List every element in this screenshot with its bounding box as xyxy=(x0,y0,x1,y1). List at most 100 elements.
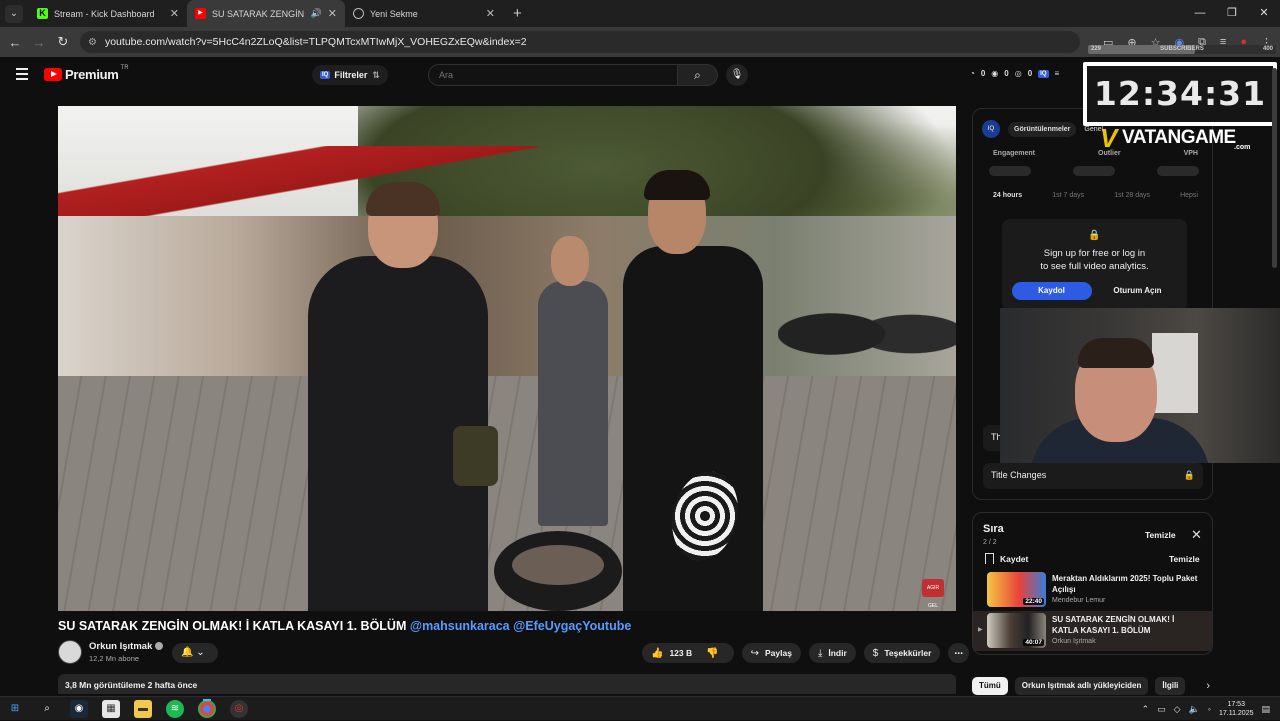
range-tab[interactable]: 1st 28 days xyxy=(1114,192,1150,199)
tab-title: SU SATARAK ZENGİN OLMA xyxy=(212,8,307,19)
new-tab-button[interactable]: + xyxy=(513,5,522,22)
thumbs-down-icon[interactable]: 👎 xyxy=(706,648,718,659)
forward-icon[interactable]: → xyxy=(27,35,51,50)
close-icon[interactable]: ✕ xyxy=(170,7,179,20)
tab-views[interactable]: Görüntülenmeler xyxy=(1008,121,1077,137)
save-label: Kaydet xyxy=(1000,553,1029,564)
youtube-icon: ▶ xyxy=(195,8,206,19)
subs-goal: 400 xyxy=(1262,46,1273,52)
notification-bell-button[interactable]: 🔔 ⌄ xyxy=(172,643,218,663)
description-box[interactable]: 3,8 Mn görüntüleme 2 hafta önce xyxy=(58,674,956,694)
chrome-icon[interactable] xyxy=(198,700,216,718)
site-info-icon[interactable]: ⚙ xyxy=(88,37,97,48)
video-title-text: SU SATARAK ZENGİN OLMAK! İ KATLA KASAYI … xyxy=(58,619,407,633)
chevron-right-icon[interactable]: › xyxy=(1206,680,1210,692)
lock-message: Sign up for free or log in to see full vi… xyxy=(1002,247,1187,273)
close-icon[interactable]: ✕ xyxy=(486,7,495,20)
vidiq-icon: IQ xyxy=(320,71,331,79)
stat-value: 0 xyxy=(1027,69,1033,78)
chevron-up-icon[interactable]: ⌃ xyxy=(1142,704,1150,715)
thanks-button[interactable]: $ Teşekkürler xyxy=(863,643,941,663)
signup-button[interactable]: Kaydol xyxy=(1011,282,1092,300)
range-tab[interactable]: Hepsi xyxy=(1180,192,1198,199)
minimize-icon[interactable]: — xyxy=(1184,0,1216,27)
tab-search-button[interactable]: ⌄ xyxy=(5,4,23,23)
subscriber-goal-bar: 229 SUBSCRIBERS 400 xyxy=(1088,45,1276,54)
more-actions-icon[interactable]: ⋯ xyxy=(948,643,969,663)
video-player[interactable]: AGIR GEL xyxy=(58,106,956,611)
taskbar-clock[interactable]: 17:53 17.11.2025 xyxy=(1219,700,1254,718)
channel-row: Orkun Işıtmak 12,2 Mn abone xyxy=(58,640,164,664)
file-explorer-icon[interactable]: ▬ xyxy=(134,700,152,718)
network-icon[interactable]: ◇ xyxy=(1174,704,1181,715)
channel-name[interactable]: Orkun Işıtmak xyxy=(89,641,152,652)
bell-icon: 🔔 xyxy=(181,647,194,658)
obs-icon[interactable]: ◎ xyxy=(230,700,248,718)
queue-item-title: SU SATARAK ZENGİN OLMAK! İ KATLA KASAYI … xyxy=(1052,615,1175,635)
close-icon[interactable]: ✕ xyxy=(1191,527,1202,543)
volume-icon[interactable]: 🔈 xyxy=(1189,704,1200,715)
restore-icon[interactable]: ❐ xyxy=(1216,0,1248,27)
subs-label: SUBSCRIBERS xyxy=(1160,46,1204,52)
queue-save-button[interactable]: Kaydet xyxy=(985,553,1028,564)
vatangame-logo: V VATANGAME .com xyxy=(1100,123,1260,155)
queue-clear-button[interactable]: Temizle xyxy=(1145,530,1176,540)
analytics-lock-card: 🔒 Sign up for free or log in to see full … xyxy=(1002,219,1187,311)
youtube-premium-logo[interactable]: Premium TR xyxy=(44,64,129,82)
queue-item-current[interactable]: ▶ 40:07 SU SATARAK ZENGİN OLMAK! İ KATLA… xyxy=(973,611,1212,651)
thanks-icon: $ xyxy=(872,647,879,659)
list-icon[interactable]: ≡ xyxy=(1055,69,1060,78)
clock-date: 17.11.2025 xyxy=(1218,710,1254,717)
chevron-down-icon: ⌄ xyxy=(196,647,205,658)
speaker-icon[interactable]: 🔊 xyxy=(311,8,322,19)
tab-new-tab[interactable]: Yeni Sekme ✕ xyxy=(345,0,503,27)
queue-clear2-button[interactable]: Temizle xyxy=(1169,554,1200,564)
channel-name-row[interactable]: Orkun Işıtmak xyxy=(89,641,164,652)
vidiq-icon[interactable]: IQ xyxy=(1038,69,1049,78)
search-icon[interactable]: ⌕ xyxy=(38,700,56,718)
steam-icon[interactable]: ◉ xyxy=(70,700,88,718)
menu-hamburger-icon[interactable] xyxy=(16,68,28,83)
channel-watermark[interactable]: AGIR GEL xyxy=(922,579,944,609)
tab-kick-dashboard[interactable]: K Stream - Kick Dashboard ✕ xyxy=(29,0,187,27)
title-changes-row[interactable]: Title Changes 🔒 xyxy=(983,463,1203,489)
share-button[interactable]: ↪ Paylaş xyxy=(741,643,801,663)
range-tab[interactable]: 1st 7 days xyxy=(1052,192,1084,199)
reload-icon[interactable]: ↻ xyxy=(51,34,75,50)
system-tray: ⌃ ▭ ◇ 🔈 ◦ 17:53 17.11.2025 ▤ xyxy=(1142,697,1270,721)
spotify-icon[interactable]: ≋ xyxy=(166,700,184,718)
back-icon[interactable]: ← xyxy=(3,35,27,50)
lock-icon: 🔒 xyxy=(1088,230,1101,241)
close-icon[interactable]: ✕ xyxy=(328,7,337,20)
tab-title: Stream - Kick Dashboard xyxy=(54,8,155,19)
search-input[interactable]: Ara xyxy=(428,64,678,86)
download-button[interactable]: ⤓ İndir xyxy=(808,643,856,663)
page-scrollbar[interactable] xyxy=(1272,68,1277,268)
avatar[interactable] xyxy=(58,640,82,664)
chip-all[interactable]: Tümü xyxy=(972,677,1008,695)
chip-from-uploader[interactable]: Orkun Işıtmak adlı yükleyiciden xyxy=(1014,677,1149,695)
like-button[interactable]: 👍 123 B 👎 xyxy=(642,643,734,663)
mic-icon[interactable]: ◦ xyxy=(1208,704,1211,714)
search-icon[interactable]: ⌕ xyxy=(678,64,718,86)
stat-value: 0 xyxy=(980,69,986,78)
windows-start-icon[interactable]: ⊞ xyxy=(6,700,24,718)
close-window-icon[interactable]: ✕ xyxy=(1248,0,1280,27)
store-icon[interactable]: ▦ xyxy=(102,700,120,718)
video-title-mentions[interactable]: @mahsunkaraca @EfeUygaçYoutube xyxy=(410,619,631,633)
url-text: youtube.com/watch?v=5HcC4n2ZLoQ&list=TLP… xyxy=(104,36,527,48)
url-field[interactable]: ⚙ youtube.com/watch?v=5HcC4n2ZLoQ&list=T… xyxy=(80,31,1080,53)
login-button[interactable]: Oturum Açın xyxy=(1097,282,1178,300)
microphone-icon[interactable]: 🎙 xyxy=(726,64,748,86)
queue-item-channel: Orkun Işıtmak xyxy=(1052,638,1096,645)
vidiq-icon: IQ xyxy=(982,120,1000,138)
range-tab[interactable]: 24 hours xyxy=(993,192,1022,199)
chip-related[interactable]: İlgili xyxy=(1155,677,1186,695)
tab-youtube-video[interactable]: ▶ SU SATARAK ZENGİN OLMA 🔊 ✕ xyxy=(187,0,345,27)
filters-button[interactable]: IQ Filtreler ⇅ xyxy=(312,65,388,85)
battery-icon[interactable]: ▭ xyxy=(1157,704,1166,715)
logo-region: TR xyxy=(120,64,129,71)
subscriber-count: 12,2 Mn abone xyxy=(89,654,140,663)
queue-item[interactable]: 22:40 Meraktan Aldıklarım 2025! Toplu Pa… xyxy=(973,570,1212,610)
notifications-icon[interactable]: ▤ xyxy=(1261,704,1270,715)
